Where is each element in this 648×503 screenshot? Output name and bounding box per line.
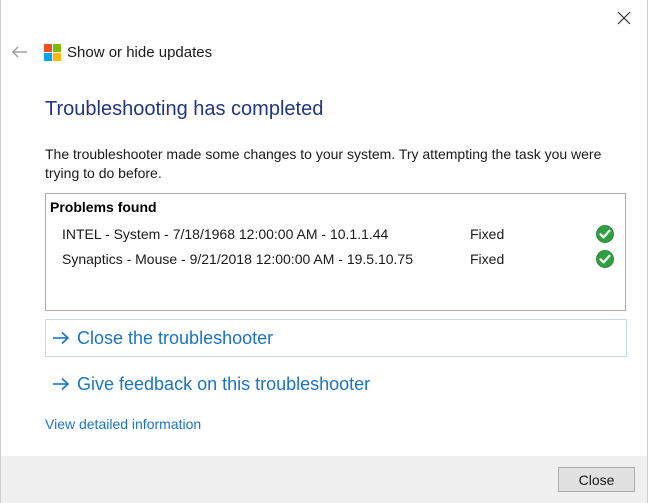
green-check-icon [596, 250, 614, 268]
windows-logo-icon [44, 43, 61, 61]
give-feedback-label[interactable]: Give feedback on this troubleshooter [77, 374, 370, 395]
problem-status: Fixed [470, 226, 505, 242]
back-arrow-icon[interactable] [11, 43, 29, 61]
footer-bar: Close [1, 456, 647, 503]
problem-row: Synaptics - Mouse - 9/21/2018 12:00:00 A… [62, 248, 614, 270]
close-troubleshooter-label[interactable]: Close the troubleshooter [77, 328, 273, 349]
problem-name: Synaptics - Mouse - 9/21/2018 12:00:00 A… [62, 251, 413, 267]
title-bar: Show or hide updates [11, 40, 212, 64]
window-title: Show or hide updates [67, 43, 213, 61]
close-troubleshooter-link[interactable]: Close the troubleshooter [45, 319, 627, 357]
problems-found-panel: Problems found INTEL - System - 7/18/196… [45, 193, 626, 311]
arrow-right-icon [53, 331, 70, 345]
give-feedback-link[interactable]: Give feedback on this troubleshooter [45, 366, 370, 402]
problem-name: INTEL - System - 7/18/1968 12:00:00 AM -… [62, 226, 389, 242]
green-check-icon [596, 225, 614, 243]
problem-status: Fixed [470, 251, 505, 267]
troubleshooter-window: Show or hide updates Troubleshooting has… [0, 0, 648, 503]
problems-header: Problems found [50, 199, 157, 215]
page-heading: Troubleshooting has completed [45, 98, 324, 120]
close-icon[interactable] [609, 6, 639, 30]
arrow-right-icon [53, 377, 70, 391]
close-button[interactable]: Close [558, 467, 635, 492]
description-text: The troubleshooter made some changes to … [45, 146, 602, 181]
problem-row: INTEL - System - 7/18/1968 12:00:00 AM -… [62, 223, 614, 245]
view-detailed-information-link[interactable]: View detailed information [45, 416, 201, 432]
